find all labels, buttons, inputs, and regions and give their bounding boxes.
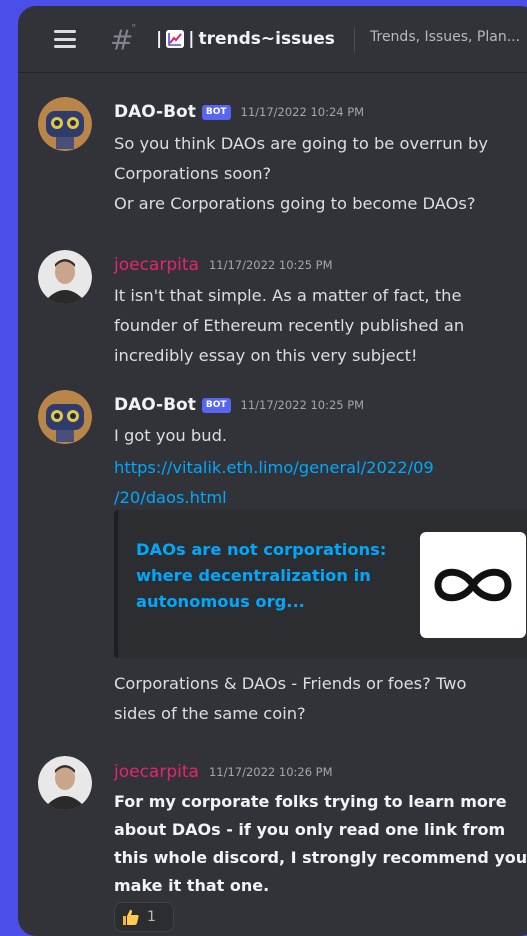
embed-thumbnail[interactable] <box>420 532 526 638</box>
message-text: Corporations soon? <box>114 164 272 183</box>
author-name[interactable]: joecarpita <box>114 255 199 275</box>
message-text: sides of the same coin? <box>114 704 306 723</box>
author-name[interactable]: joecarpita <box>114 762 199 782</box>
joecarpita-avatar[interactable] <box>38 250 92 304</box>
author-name[interactable]: DAO-Bot <box>114 395 196 415</box>
message-text: about DAOs - if you only read one link f… <box>114 820 506 839</box>
message-header: joecarpita 11/17/2022 10:26 PM <box>114 762 333 782</box>
message-text: incredibly essay on this very subject! <box>114 346 418 365</box>
timestamp: 11/17/2022 10:24 PM <box>240 105 365 119</box>
message-text: this whole discord, I strongly recommend… <box>114 848 527 867</box>
message-header: joecarpita 11/17/2022 10:25 PM <box>114 255 333 275</box>
header-divider <box>354 28 355 52</box>
message-header: DAO-Bot BOT 11/17/2022 10:24 PM <box>114 102 364 122</box>
channel-separator: | <box>188 29 195 49</box>
message-header: DAO-Bot BOT 11/17/2022 10:25 PM <box>114 395 364 415</box>
message-text: Corporations & DAOs - Friends or foes? T… <box>114 674 467 693</box>
chart-increasing-emoji <box>166 30 185 48</box>
embed-title[interactable]: DAOs are not corporations: <box>136 540 386 559</box>
message-text: founder of Ethereum recently published a… <box>114 316 465 335</box>
dao-bot-avatar[interactable] <box>38 97 92 151</box>
timestamp: 11/17/2022 10:25 PM <box>240 398 365 412</box>
menu-icon[interactable] <box>54 30 76 48</box>
reaction-count: 1 <box>147 909 156 925</box>
threads-channel-icon: #" <box>110 23 137 57</box>
message-text: It isn't that simple. As a matter of fac… <box>114 286 462 305</box>
message-text: So you think DAOs are going to be overru… <box>114 134 488 153</box>
reaction-button[interactable]: 1 <box>114 902 174 932</box>
discord-window: #" | | trends~issues Trends, Issues, Pla… <box>18 6 527 936</box>
message-text: make it that one. <box>114 876 270 895</box>
channel-name: | | trends~issues <box>156 26 335 52</box>
message-text: For my corporate folks trying to learn m… <box>114 792 507 811</box>
author-name[interactable]: DAO-Bot <box>114 102 196 122</box>
embed-title[interactable]: where decentralization in <box>136 566 371 585</box>
channel-name-text: trends~issues <box>198 29 335 49</box>
channel-header: #" | | trends~issues Trends, Issues, Pla… <box>18 6 527 73</box>
dao-bot-avatar[interactable] <box>38 390 92 444</box>
thumbs-up-icon <box>123 909 139 925</box>
channel-separator: | <box>156 29 163 49</box>
message-text: I got you bud. <box>114 426 228 445</box>
bot-badge: BOT <box>201 397 231 413</box>
message-link[interactable]: https://vitalik.eth.limo/general/2022/09 <box>114 458 434 477</box>
message-link[interactable]: /20/daos.html <box>114 488 227 507</box>
timestamp: 11/17/2022 10:25 PM <box>208 258 333 272</box>
message-text: Or are Corporations going to become DAOs… <box>114 194 476 213</box>
joecarpita-avatar[interactable] <box>38 756 92 810</box>
embed-title[interactable]: autonomous org... <box>136 592 305 611</box>
link-embed: DAOs are not corporations: where decentr… <box>114 510 527 658</box>
infinity-icon <box>434 568 512 602</box>
channel-topic[interactable]: Trends, Issues, Plan... <box>370 29 520 45</box>
bot-badge: BOT <box>201 104 231 120</box>
timestamp: 11/17/2022 10:26 PM <box>208 765 333 779</box>
